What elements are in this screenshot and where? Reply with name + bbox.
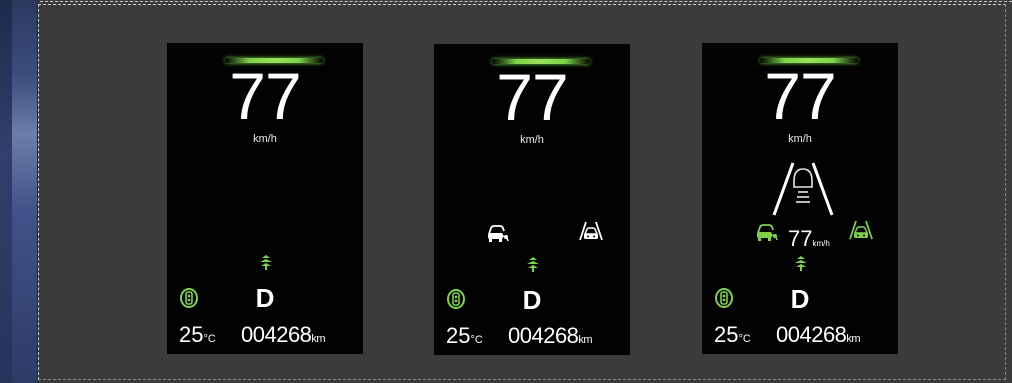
temperature-unit: °C <box>203 333 216 345</box>
odometer-unit: km <box>846 333 861 345</box>
outside-temperature: 25°C <box>446 323 483 349</box>
adaptive-cruise-icon <box>757 224 778 241</box>
sidebar-strip <box>0 0 12 383</box>
set-speed-value: 77 <box>788 226 813 251</box>
lane-view-icon <box>772 162 834 216</box>
temperature-value: 25 <box>446 323 471 348</box>
outside-temperature: 25°C <box>179 322 216 348</box>
ready-indicator-icon <box>715 288 733 308</box>
odometer-value: 004268 <box>241 322 312 347</box>
lane-keep-assist-icon <box>849 220 873 240</box>
eco-leaf-icon <box>795 256 807 271</box>
temperature-value: 25 <box>714 322 739 347</box>
speed-unit: km/h <box>520 134 544 146</box>
temperature-unit: °C <box>470 334 483 346</box>
instrument-cluster-basic: 77 km/h D 25°C 004268km <box>167 43 363 354</box>
ready-indicator-icon <box>447 289 465 309</box>
left-sidebar <box>0 0 38 383</box>
speed-unit: km/h <box>253 133 277 145</box>
top-dashed-guide <box>40 1 1012 2</box>
odometer-value: 004268 <box>508 323 579 348</box>
set-speed: 77km/h <box>788 226 830 252</box>
odometer: 004268km <box>241 322 326 348</box>
speed-unit: km/h <box>788 133 812 145</box>
instrument-cluster-active-assist: 77 km/h 77km/h D 25°C 004268km <box>702 43 898 354</box>
eco-leaf-icon <box>527 257 539 272</box>
odometer-value: 004268 <box>776 322 847 347</box>
odometer: 004268km <box>508 323 593 349</box>
temperature-unit: °C <box>738 333 751 345</box>
temperature-value: 25 <box>179 322 204 347</box>
set-speed-unit: km/h <box>812 239 830 248</box>
ready-indicator-icon <box>180 288 198 308</box>
odometer-unit: km <box>578 334 593 346</box>
speed-readout: 77 <box>764 59 836 133</box>
speed-readout: 77 <box>496 60 568 134</box>
outside-temperature: 25°C <box>714 322 751 348</box>
lane-keep-assist-icon <box>579 221 603 241</box>
speed-readout: 77 <box>229 59 301 133</box>
instrument-cluster-assist: 77 km/h D 25°C 004268km <box>434 44 630 355</box>
odometer-unit: km <box>311 333 326 345</box>
eco-leaf-icon <box>260 255 272 270</box>
adaptive-cruise-icon <box>488 225 509 242</box>
odometer: 004268km <box>776 322 861 348</box>
